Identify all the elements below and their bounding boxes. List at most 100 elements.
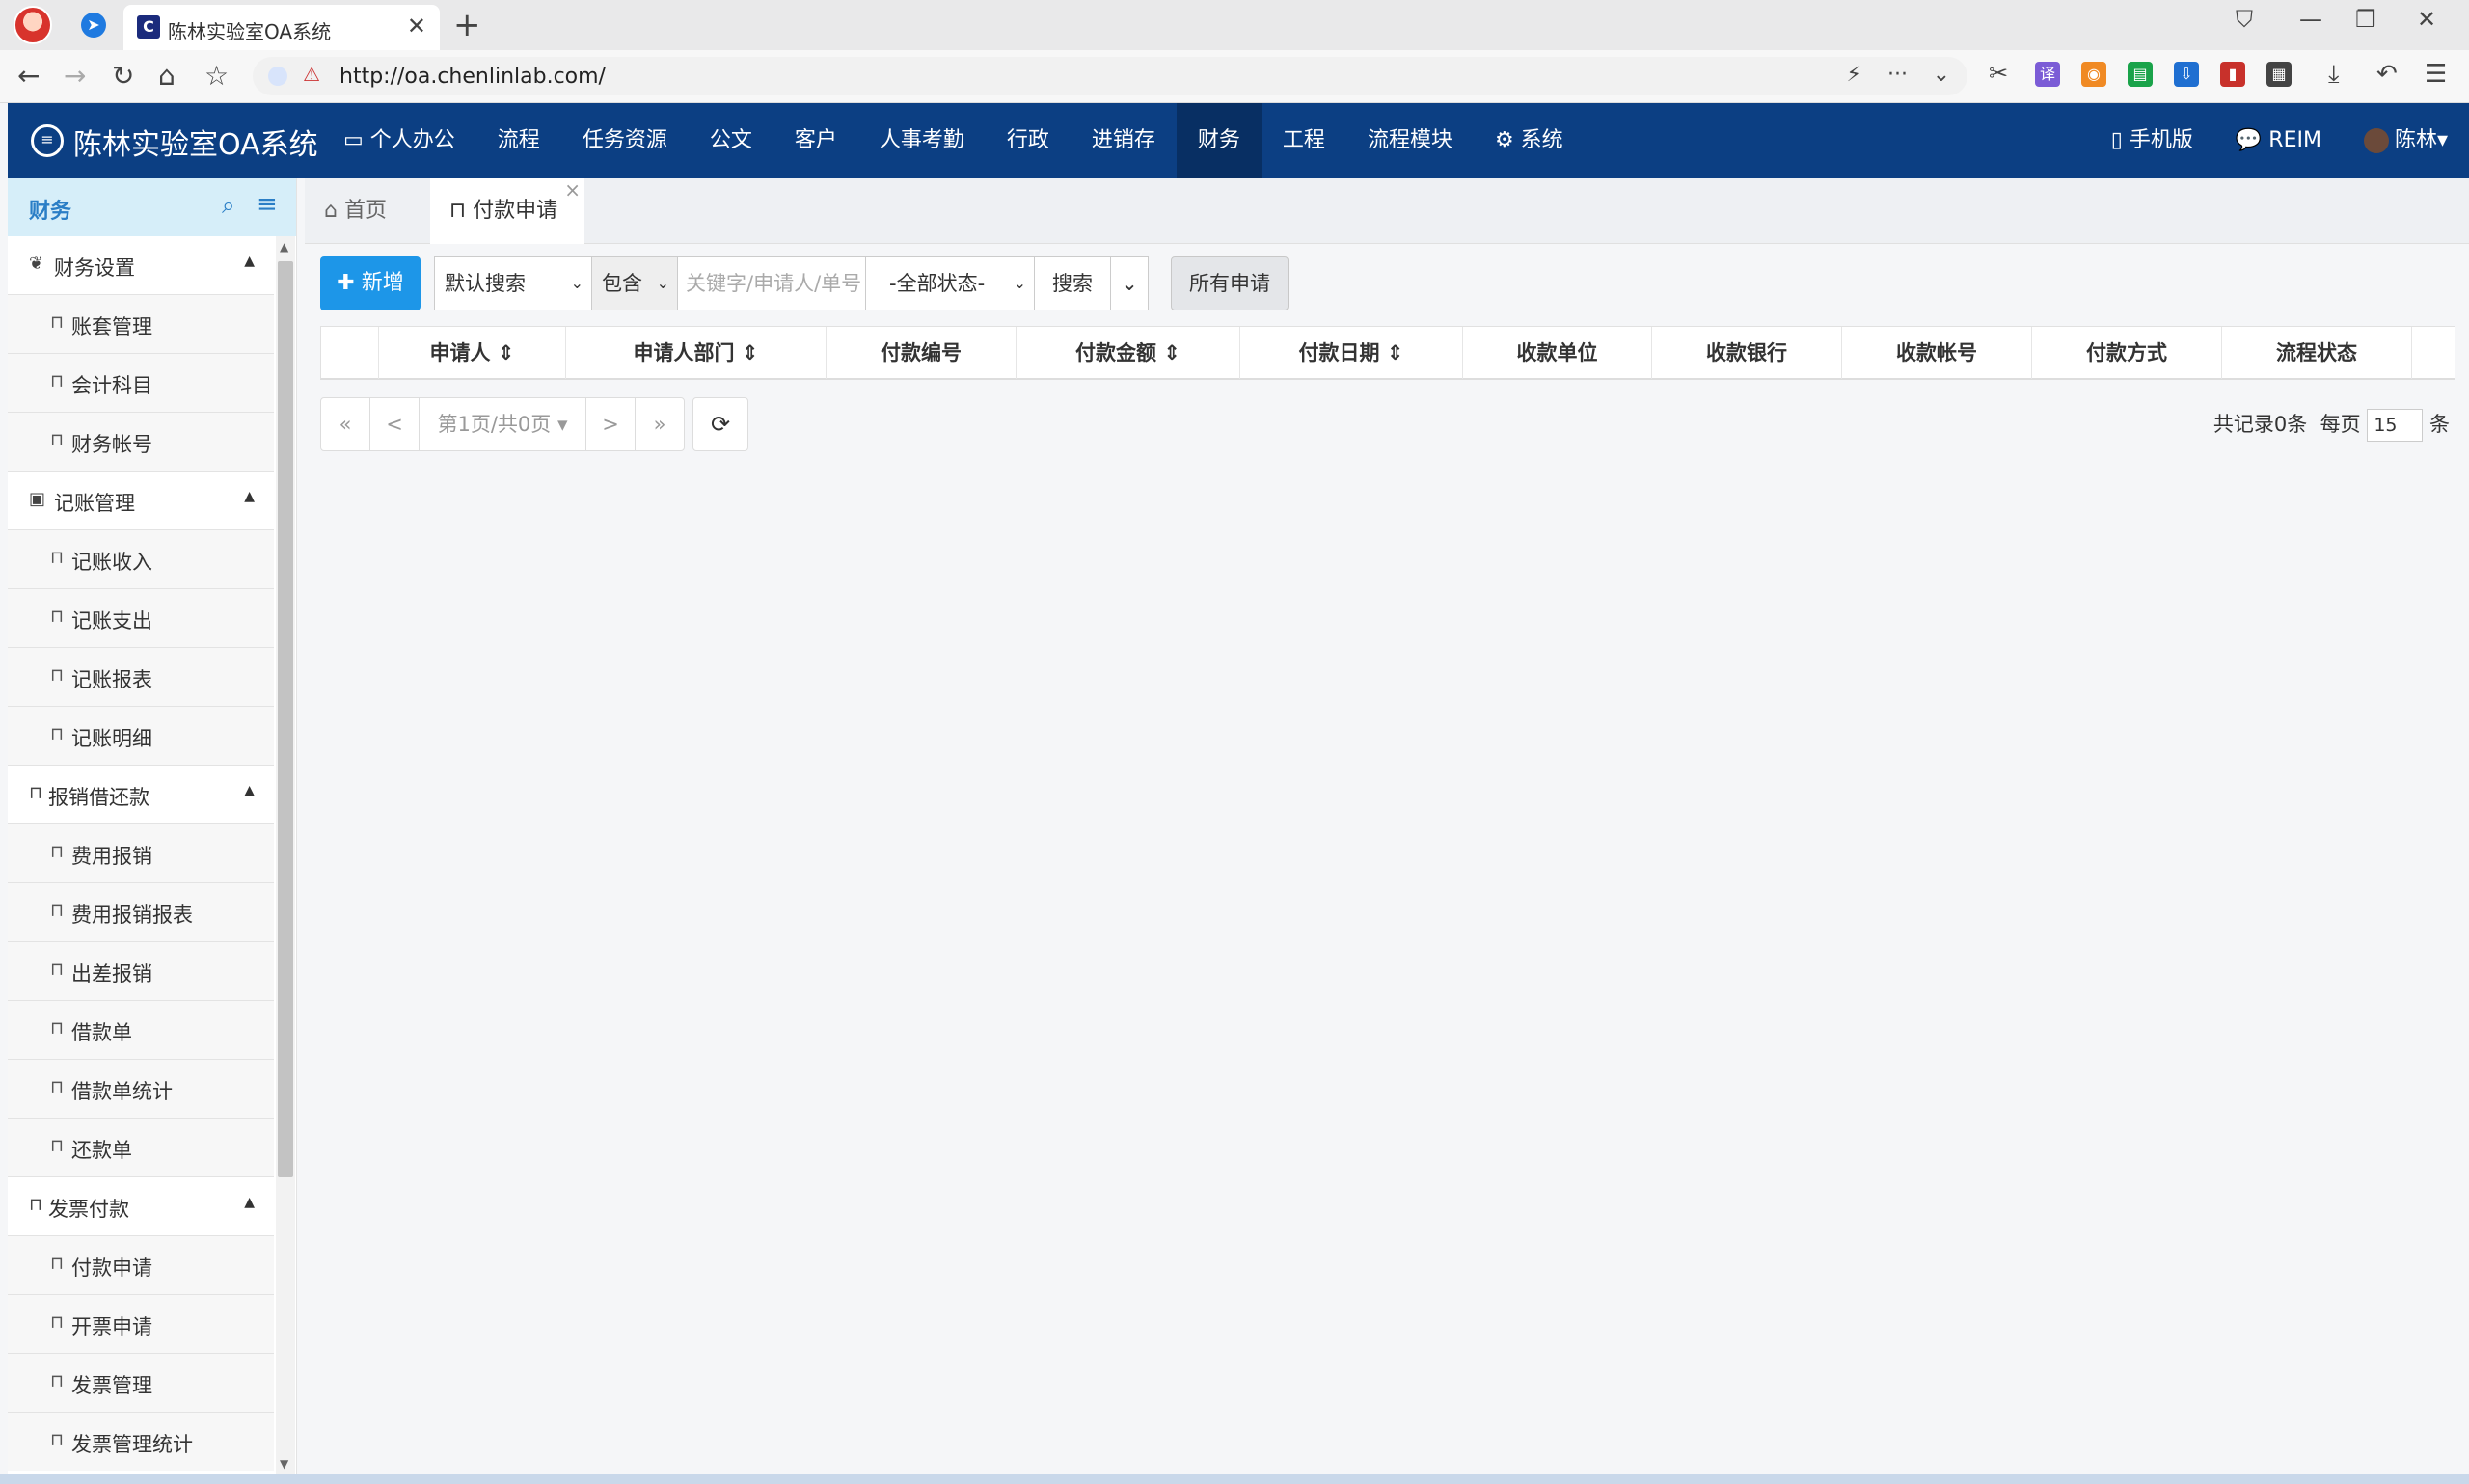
game-icon[interactable]: ◉ bbox=[2081, 62, 2106, 87]
url-bar[interactable]: ⚠ http://oa.chenlinlab.com/ ⚡ ··· ⌄ bbox=[253, 57, 1967, 95]
book-icon[interactable]: ▤ bbox=[2128, 62, 2153, 87]
page-select[interactable]: 第1页/共0页 ▾ bbox=[419, 397, 586, 451]
table-col-bank[interactable]: 收款银行 bbox=[1652, 327, 1842, 379]
forward-icon[interactable]: → bbox=[64, 60, 86, 92]
nav-item-system[interactable]: ⚙ 系统 bbox=[1474, 103, 1585, 178]
sidebar-item[interactable]: ⊓ 还款单 bbox=[8, 1119, 274, 1177]
nav-item-personal[interactable]: ▭ 个人办公 bbox=[322, 103, 476, 178]
keyword-search-input[interactable]: 关键字/申请人/单号 bbox=[677, 256, 866, 310]
nav-item-workflow[interactable]: 流程 bbox=[476, 103, 561, 178]
next-page-button[interactable]: > bbox=[585, 397, 636, 451]
match-mode-select[interactable]: 包含 ⌄ bbox=[591, 256, 678, 310]
tab-close-icon[interactable]: × bbox=[564, 157, 581, 223]
brand-title[interactable]: 陈林实验室OA系统 bbox=[73, 121, 318, 163]
sidebar-item[interactable]: ⊓ 费用报销报表 bbox=[8, 883, 274, 942]
restore-icon[interactable]: ❐ bbox=[2355, 6, 2376, 33]
scroll-down-icon[interactable]: ▼ bbox=[280, 1457, 288, 1471]
apps-grid-icon[interactable]: ▦ bbox=[2266, 62, 2292, 87]
scrollbar-thumb[interactable] bbox=[278, 261, 293, 1177]
home-icon[interactable]: ⌂ bbox=[158, 60, 176, 92]
tab-home[interactable]: ⌂ 首页 bbox=[305, 178, 430, 244]
menu-icon[interactable]: ☰ bbox=[2425, 60, 2447, 89]
browser-tab[interactable]: C 陈林实验室OA系统 ✕ bbox=[123, 5, 440, 50]
list-menu-icon[interactable]: ≡ bbox=[257, 190, 278, 219]
sidebar-item[interactable]: ⊓ 借款单统计 bbox=[8, 1060, 274, 1119]
search-button[interactable]: 搜索 bbox=[1034, 256, 1111, 310]
table-col-payment-no[interactable]: 付款编号 bbox=[827, 327, 1017, 379]
table-col-amount[interactable]: 付款金额 ⇕ bbox=[1017, 327, 1240, 379]
url-text[interactable]: http://oa.chenlinlab.com/ bbox=[339, 65, 606, 89]
all-requests-button[interactable]: 所有申请 bbox=[1171, 256, 1289, 310]
reload-icon[interactable]: ↻ bbox=[112, 60, 134, 92]
nav-item-documents[interactable]: 公文 bbox=[689, 103, 773, 178]
last-page-button[interactable]: » bbox=[635, 397, 685, 451]
sidebar-item[interactable]: ⊓ 记账报表 bbox=[8, 648, 274, 707]
send-icon[interactable]: ➤ bbox=[81, 13, 106, 38]
shirt-icon[interactable]: ⛉ bbox=[2236, 6, 2253, 33]
table-col-date[interactable]: 付款日期 ⇕ bbox=[1240, 327, 1463, 379]
table-col-status[interactable]: 流程状态 bbox=[2222, 327, 2412, 379]
nav-item-inventory[interactable]: 进销存 bbox=[1071, 103, 1177, 178]
table-col-applicant[interactable]: 申请人 ⇕ bbox=[379, 327, 566, 379]
table-col-payee[interactable]: 收款单位 bbox=[1463, 327, 1652, 379]
first-page-button[interactable]: « bbox=[320, 397, 370, 451]
user-menu[interactable]: 陈林▾ bbox=[2343, 103, 2469, 178]
sidebar-item[interactable]: ⊓ 费用报销 bbox=[8, 824, 274, 883]
undo-icon[interactable]: ↶ bbox=[2376, 60, 2398, 89]
sidebar-item[interactable]: ⊓ 记账支出 bbox=[8, 589, 274, 648]
sidebar-group-invoice-payment[interactable]: ⊓ 发票付款 ▲ bbox=[8, 1177, 274, 1236]
insecure-icon[interactable]: ⚠ bbox=[303, 63, 320, 86]
reim-link[interactable]: 💬 REIM bbox=[2214, 103, 2343, 178]
sidebar-item[interactable]: ⊓ 账套管理 bbox=[8, 295, 274, 354]
download-ext-icon[interactable]: ⇩ bbox=[2174, 62, 2199, 87]
table-col-department[interactable]: 申请人部门 ⇕ bbox=[566, 327, 827, 379]
sidebar-item[interactable]: ⊓ 记账收入 bbox=[8, 530, 274, 589]
sidebar-item[interactable]: ⊓ 会计科目 bbox=[8, 354, 274, 413]
nav-item-admin[interactable]: 行政 bbox=[986, 103, 1071, 178]
table-col-account[interactable]: 收款帐号 bbox=[1842, 327, 2032, 379]
back-icon[interactable]: ← bbox=[17, 60, 40, 92]
download-icon[interactable]: ⤓ bbox=[2328, 60, 2340, 90]
sidebar-scrollbar[interactable]: ▲ ▼ bbox=[276, 236, 295, 1474]
sidebar-item-payment-request[interactable]: ⊓ 付款申请 bbox=[8, 1236, 274, 1295]
bookmark-ext-icon[interactable]: ▮ bbox=[2220, 62, 2245, 87]
status-select[interactable]: -全部状态- ⌄ bbox=[865, 256, 1035, 310]
sidebar-item[interactable]: ⊓ 财务帐号 bbox=[8, 413, 274, 472]
mobile-version-link[interactable]: ▯ 手机版 bbox=[2090, 103, 2214, 178]
scissors-icon[interactable]: ✂ bbox=[1989, 60, 2008, 87]
prev-page-button[interactable]: < bbox=[369, 397, 420, 451]
nav-item-customers[interactable]: 客户 bbox=[773, 103, 858, 178]
sidebar-item[interactable]: ⊓ 记账明细 bbox=[8, 707, 274, 766]
chevron-down-icon[interactable]: ⌄ bbox=[1933, 63, 1950, 87]
table-col-checkbox[interactable] bbox=[321, 327, 379, 379]
lightning-icon[interactable]: ⚡ bbox=[1847, 63, 1861, 87]
search-dropdown-toggle[interactable]: ⌄ bbox=[1110, 256, 1149, 310]
nav-item-hr[interactable]: 人事考勤 bbox=[858, 103, 986, 178]
sidebar-group-reimbursement[interactable]: ⊓ 报销借还款 ▲ bbox=[8, 766, 274, 824]
sidebar-item[interactable]: ⊓ 发票管理 bbox=[8, 1354, 274, 1413]
nav-item-finance[interactable]: 财务 bbox=[1176, 103, 1262, 178]
scroll-up-icon[interactable]: ▲ bbox=[280, 240, 288, 254]
new-tab-icon[interactable]: + bbox=[453, 6, 481, 44]
search-mode-select[interactable]: 默认搜索 ⌄ bbox=[434, 256, 592, 310]
window-close-icon[interactable]: ✕ bbox=[2417, 6, 2436, 33]
refresh-button[interactable]: ⟳ bbox=[692, 397, 748, 451]
favorites-icon[interactable]: ☆ bbox=[204, 60, 229, 92]
nav-item-engineering[interactable]: 工程 bbox=[1262, 103, 1346, 178]
tab-close-icon[interactable]: ✕ bbox=[407, 13, 426, 40]
sidebar-item[interactable]: ⊓ 出差报销 bbox=[8, 942, 274, 1001]
sidebar-group-bookkeeping[interactable]: ▣ 记账管理 ▲ bbox=[8, 472, 274, 530]
sidebar-item[interactable]: ⊓ 开票申请 bbox=[8, 1295, 274, 1354]
translate-icon[interactable]: 译 bbox=[2035, 62, 2060, 87]
per-page-input[interactable]: 15 bbox=[2367, 409, 2424, 442]
sidebar-item[interactable]: ⊓ 借款单 bbox=[8, 1001, 274, 1060]
tab-payment-request[interactable]: ⊓ 付款申请 × bbox=[430, 178, 584, 244]
search-icon[interactable]: ⌕ bbox=[222, 192, 234, 219]
profile-avatar[interactable] bbox=[14, 6, 52, 44]
sidebar-group-finance-settings[interactable]: ❦ 财务设置 ▲ bbox=[8, 236, 274, 295]
nav-item-workflow-module[interactable]: 流程模块 bbox=[1346, 103, 1474, 178]
add-button[interactable]: ✚ 新增 bbox=[320, 256, 421, 310]
sidebar-item[interactable]: ⊓ 发票管理统计 bbox=[8, 1413, 274, 1471]
table-col-method[interactable]: 付款方式 bbox=[2032, 327, 2222, 379]
minimize-icon[interactable]: — bbox=[2299, 6, 2322, 33]
